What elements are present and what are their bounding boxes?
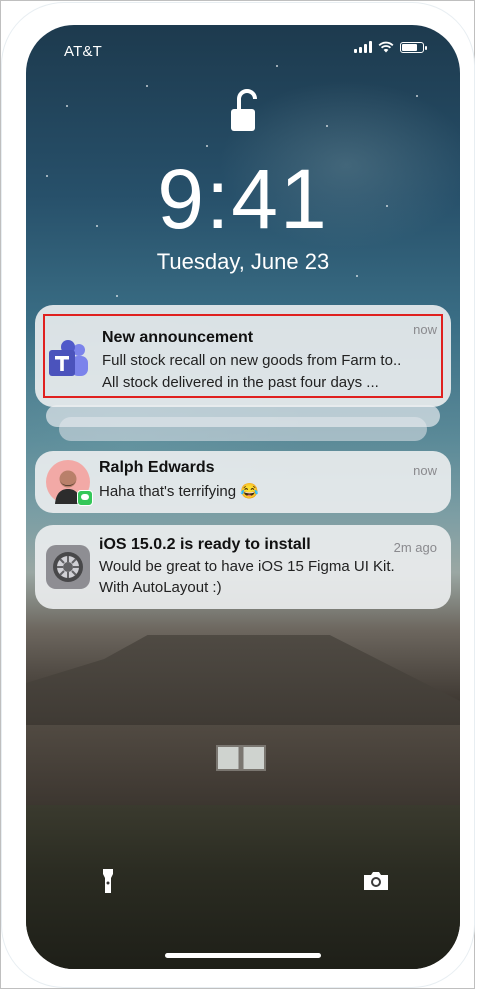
lock-screen: AT&T 9:41 Tuesday, June 23 New announcem… <box>26 25 460 969</box>
flashlight-button[interactable] <box>86 859 130 903</box>
notification-time: 2m ago <box>393 540 437 555</box>
flashlight-icon <box>103 869 113 893</box>
notification-settings[interactable]: iOS 15.0.2 is ready to install 2m ago Wo… <box>35 525 451 609</box>
stacked-notification-back-1 <box>46 405 440 427</box>
notification-title: Ralph Edwards <box>99 459 215 476</box>
home-indicator[interactable] <box>165 953 321 958</box>
wallpaper-house-window <box>216 745 266 771</box>
battery-icon <box>400 41 427 53</box>
camera-icon <box>364 872 388 890</box>
unlocked-padlock-icon <box>231 89 257 131</box>
status-icons <box>354 41 427 53</box>
settings-gear-icon <box>46 545 90 589</box>
notification-teams[interactable]: New announcement now Full stock recall o… <box>35 305 451 407</box>
wifi-icon <box>378 41 394 53</box>
notification-body-line-1: Would be great to have iOS 15 Figma UI K… <box>99 558 395 575</box>
notification-time: now <box>413 322 437 337</box>
camera-button[interactable] <box>354 859 398 903</box>
carrier-label: AT&T <box>64 43 103 60</box>
notification-messages[interactable]: Ralph Edwards now Haha that's terrifying… <box>35 451 451 513</box>
notification-time: now <box>413 463 437 478</box>
cellular-signal-icon <box>354 41 372 53</box>
notification-body-line-2: With AutoLayout :) <box>99 579 222 596</box>
notification-body-line-1: Haha that's terrifying 😂 <box>99 483 259 500</box>
lock-screen-time: 9:41 <box>157 152 329 246</box>
lock-screen-date: Tuesday, June 23 <box>156 249 330 274</box>
notification-body-line-1: Full stock recall on new goods from Farm… <box>102 352 402 369</box>
notification-title: iOS 15.0.2 is ready to install <box>99 536 311 553</box>
notification-body-line-2: All stock delivered in the past four day… <box>102 374 379 391</box>
contact-avatar-messages-icon <box>46 460 93 506</box>
phone-frame: AT&T 9:41 Tuesday, June 23 New announcem… <box>2 3 474 987</box>
microsoft-teams-icon <box>49 340 88 376</box>
messages-badge-icon <box>77 490 93 506</box>
notification-title: New announcement <box>102 329 254 346</box>
